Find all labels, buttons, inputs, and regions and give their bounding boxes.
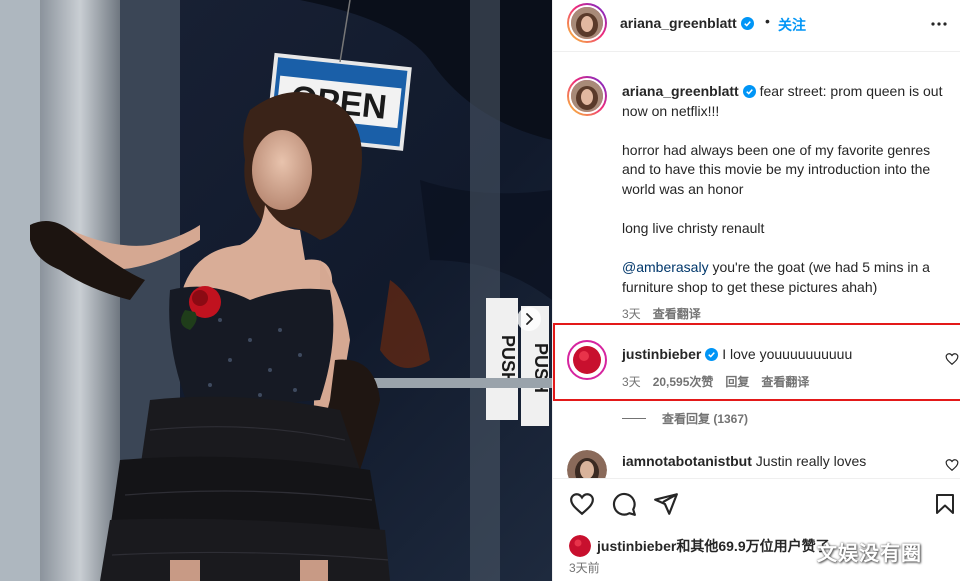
- comment-username[interactable]: iamnotabotanistbut: [622, 453, 752, 469]
- post-details-panel: ariana_greenblatt • 关注 ariana_greenblatt…: [552, 0, 960, 581]
- caption-paragraph-2: horror had always been one of my favorit…: [622, 141, 931, 197]
- heart-icon[interactable]: [569, 491, 595, 517]
- likes-summary: justinbieber 和其他69.9万位用户赞了: [569, 535, 830, 557]
- avatar-image: [567, 340, 607, 380]
- heart-icon[interactable]: [945, 458, 959, 472]
- comment-body: justinbieber I love youuuuuuuuuu: [622, 346, 922, 362]
- view-replies-label: 查看回复 (1367): [662, 412, 749, 426]
- share-icon[interactable]: [653, 491, 679, 517]
- caption-paragraph-4: @amberasaly you're the goat (we had 5 mi…: [622, 258, 952, 297]
- caption-paragraph-3: long live christy renault: [622, 220, 765, 237]
- caption-author-username[interactable]: ariana_greenblatt: [622, 83, 739, 99]
- more-options-icon[interactable]: [927, 12, 951, 36]
- caption-time: 3天: [622, 307, 641, 321]
- chevron-right-icon: [526, 313, 534, 325]
- comment-translate-link[interactable]: 查看翻译: [761, 375, 809, 389]
- avatar-image: [571, 7, 603, 39]
- author-username[interactable]: ariana_greenblatt: [620, 15, 737, 31]
- bookmark-icon[interactable]: [933, 491, 957, 517]
- post-timestamp: 3天前: [569, 561, 600, 575]
- separator-dot: •: [765, 13, 770, 29]
- author-avatar[interactable]: [567, 3, 607, 43]
- post-header: ariana_greenblatt • 关注: [553, 0, 960, 52]
- comment-avatar-justinbieber[interactable]: [567, 340, 607, 380]
- comment-meta: 3天 20,595次赞 回复 查看翻译: [622, 373, 809, 390]
- comment-icon[interactable]: [611, 491, 637, 517]
- comment-time: 3天: [622, 375, 641, 389]
- caption-mention-link[interactable]: @amberasaly: [622, 259, 709, 275]
- follow-button[interactable]: 关注: [778, 15, 806, 35]
- heart-icon[interactable]: [945, 352, 959, 366]
- photo-illustration: OPEN PUSH PUSH: [0, 0, 552, 581]
- post-photo[interactable]: OPEN PUSH PUSH: [0, 0, 552, 581]
- post-caption: ariana_greenblatt fear street: prom quee…: [622, 82, 952, 317]
- author-username-row: ariana_greenblatt: [620, 15, 754, 31]
- caption-meta: 3天 查看翻译: [622, 305, 701, 322]
- verified-badge-icon: [740, 17, 754, 30]
- verified-badge-icon: [705, 348, 719, 361]
- verified-badge-icon: [742, 85, 756, 98]
- likes-text: 和其他69.9万位用户赞了: [676, 538, 830, 554]
- push-sign-left: PUSH: [498, 335, 518, 385]
- comment-text: I love youuuuuuuuuu: [722, 346, 853, 362]
- likes-avatar[interactable]: [569, 535, 591, 557]
- caption-author-avatar[interactable]: [567, 76, 607, 116]
- view-replies-button[interactable]: 查看回复 (1367): [622, 410, 748, 427]
- replies-divider: [622, 418, 646, 419]
- watermark-text: 文娱没有圈: [817, 543, 922, 565]
- comment-reply-button[interactable]: 回复: [725, 375, 749, 389]
- caption-translate-link[interactable]: 查看翻译: [653, 307, 701, 321]
- avatar-image: [571, 80, 603, 112]
- carousel-next-button[interactable]: [517, 307, 541, 331]
- comment-username[interactable]: justinbieber: [622, 346, 701, 362]
- likes-username[interactable]: justinbieber: [597, 538, 676, 554]
- avatar-image: [569, 535, 591, 557]
- post-action-bar: justinbieber 和其他69.9万位用户赞了 3天前 文娱没有圈: [553, 478, 960, 581]
- comment-text: Justin really loves: [755, 453, 867, 469]
- comment-like-count[interactable]: 20,595次赞: [653, 375, 714, 389]
